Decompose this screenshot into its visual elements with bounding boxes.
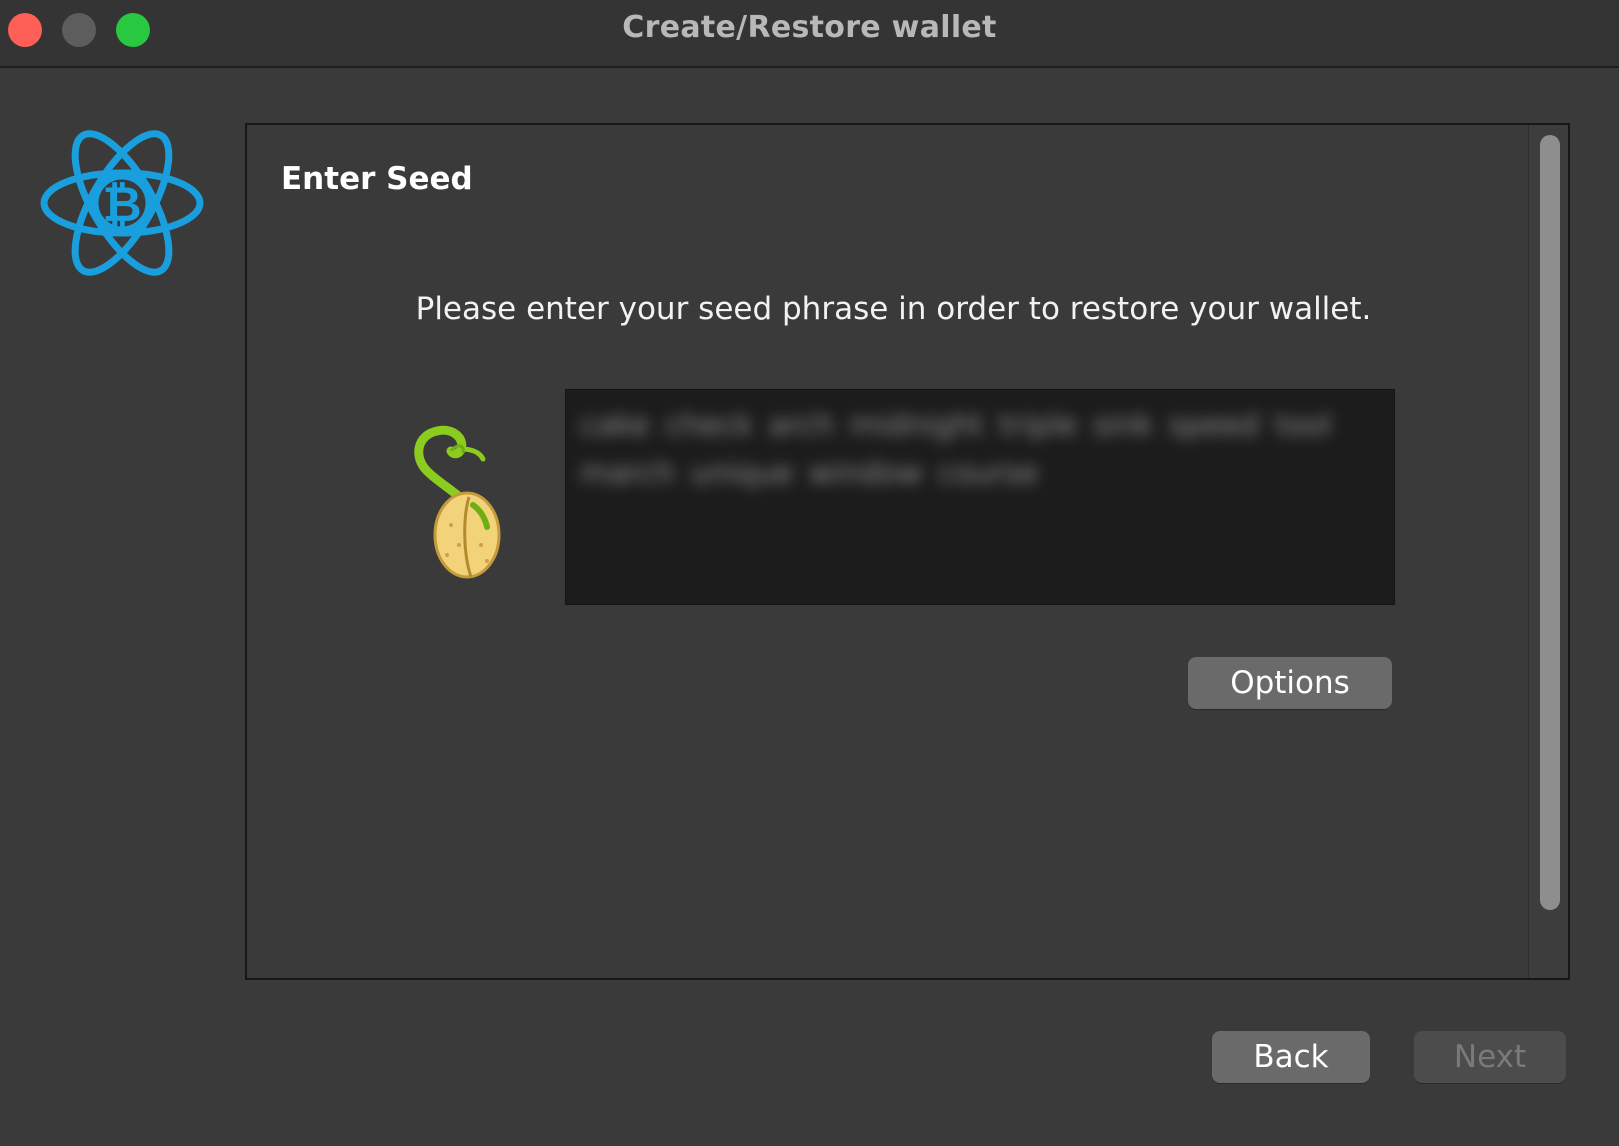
options-button[interactable]: Options <box>1188 657 1392 709</box>
seed-phrase-text-blurred: cake check arch midnight triple sink spe… <box>580 408 1332 491</box>
seed-entry-panel: Enter Seed Please enter your seed phrase… <box>245 123 1570 980</box>
svg-text:₿: ₿ <box>102 177 141 233</box>
create-restore-wallet-window: Create/Restore wallet ₿ Enter Seed Pleas… <box>0 0 1619 1146</box>
panel-title: Enter Seed <box>281 161 473 197</box>
title-bar[interactable]: Create/Restore wallet <box>0 0 1619 68</box>
scrollbar-thumb[interactable] <box>1540 135 1560 910</box>
seed-phrase-input[interactable]: cake check arch midnight triple sink spe… <box>565 389 1395 605</box>
window-title: Create/Restore wallet <box>622 10 997 45</box>
electrum-logo-icon: ₿ <box>38 125 206 281</box>
back-button[interactable]: Back <box>1212 1031 1370 1083</box>
sprouting-seed-icon <box>407 405 517 585</box>
instruction-text: Please enter your seed phrase in order t… <box>415 291 1372 327</box>
next-button[interactable]: Next <box>1414 1031 1566 1083</box>
vertical-scrollbar[interactable] <box>1528 125 1568 978</box>
